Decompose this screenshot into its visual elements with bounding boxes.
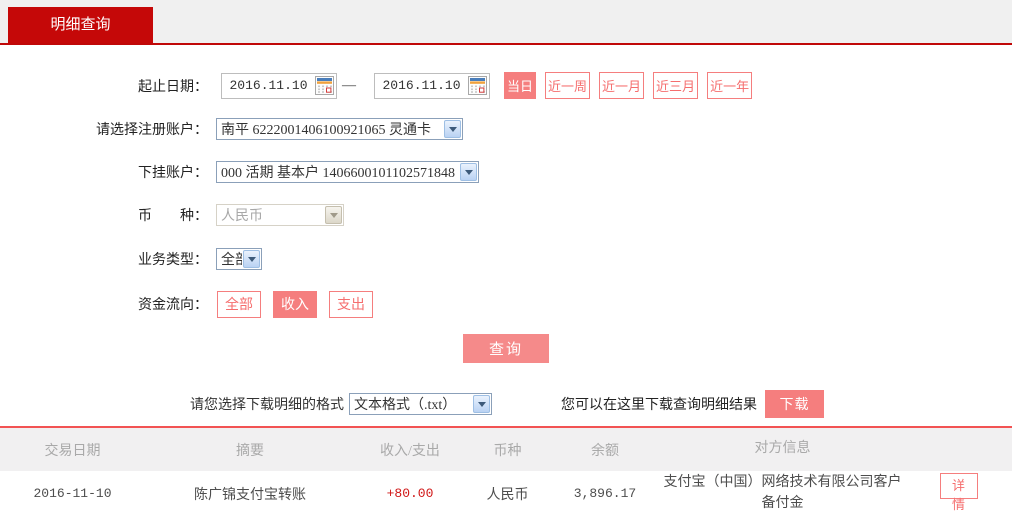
- transaction-counterparty: 支付宝（中国）网络技术有限公司客户备付金: [663, 475, 902, 511]
- query-form: 起止日期： 2016.11.10 — 2016.11.10 当日 近一周 近一月…: [0, 45, 1012, 418]
- detail-button[interactable]: 详情: [939, 473, 978, 512]
- transaction-amount: +80.00: [386, 486, 434, 501]
- transaction-currency: 人民币: [486, 487, 529, 503]
- fund-flow-income-button[interactable]: 收入: [273, 290, 317, 318]
- query-button[interactable]: 查询: [463, 334, 549, 363]
- date-range-row: 起止日期： 2016.11.10 — 2016.11.10 当日 近一周 近一月…: [0, 72, 1012, 99]
- currency-row: 币 种： 人民币: [0, 204, 1012, 226]
- quick-range-quarter-button[interactable]: 近三月: [653, 72, 699, 99]
- fund-flow-expense-button[interactable]: 支出: [329, 290, 373, 318]
- quick-range-today-button[interactable]: 当日: [504, 72, 537, 99]
- column-header-summary: 摘要: [236, 443, 264, 459]
- query-button-row: 查询: [0, 334, 1012, 363]
- dropdown-arrow-icon[interactable]: [473, 395, 490, 413]
- date-separator: —: [342, 77, 356, 93]
- business-type-select[interactable]: 全部: [216, 248, 262, 270]
- registered-account-label: 请选择注册账户：: [96, 123, 208, 138]
- end-date-input[interactable]: 2016.11.10: [374, 72, 490, 99]
- business-type-value: 全部: [221, 253, 242, 268]
- column-header-date: 交易日期: [44, 443, 101, 459]
- sub-account-label: 下挂账户：: [138, 166, 208, 181]
- calendar-icon[interactable]: [315, 76, 334, 95]
- start-date-input[interactable]: 2016.11.10: [221, 72, 337, 99]
- download-format-value: 文本格式（.txt）: [354, 398, 457, 413]
- download-format-select[interactable]: 文本格式（.txt）: [349, 393, 492, 415]
- dropdown-arrow-icon: [325, 206, 342, 224]
- currency-select: 人民币: [216, 204, 344, 226]
- currency-label: 币 种：: [138, 209, 208, 224]
- currency-value: 人民币: [221, 209, 263, 224]
- transaction-summary: 陈广锦支付宝转账: [194, 487, 306, 503]
- quick-range-week-button[interactable]: 近一周: [545, 72, 591, 99]
- dropdown-arrow-icon[interactable]: [243, 250, 260, 268]
- download-button[interactable]: 下载: [765, 390, 824, 418]
- calendar-icon[interactable]: [468, 76, 487, 95]
- transaction-date: 2016-11-10: [33, 486, 112, 501]
- date-range-label: 起止日期：: [138, 79, 208, 95]
- column-header-balance: 余额: [591, 443, 619, 459]
- transaction-action-cell: 详情: [905, 473, 1012, 514]
- table-header-row: 交易日期 摘要 收入/支出 币种 余额 对方信息: [0, 428, 1012, 471]
- sub-account-value: 000 活期 基本户 1406600101102571848: [221, 166, 455, 181]
- registered-account-select[interactable]: 南平 6222001406100921065 灵通卡: [216, 118, 463, 140]
- transaction-balance: 3,896.17: [573, 486, 637, 501]
- download-hint-text: 您可以在这里下载查询明细结果: [561, 398, 757, 413]
- fund-flow-row: 资金流向： 全部 收入 支出: [0, 290, 1012, 318]
- column-header-currency: 币种: [493, 443, 522, 459]
- business-type-label: 业务类型：: [138, 253, 208, 268]
- sub-account-row: 下挂账户： 000 活期 基本户 1406600101102571848: [0, 161, 1012, 183]
- column-header-amount: 收入/支出: [380, 443, 440, 459]
- fund-flow-label: 资金流向：: [138, 298, 208, 313]
- download-format-label: 请您选择下载明细的格式: [190, 398, 344, 413]
- sub-account-select[interactable]: 000 活期 基本户 1406600101102571848: [216, 161, 479, 183]
- column-header-counterparty: 对方信息: [754, 441, 811, 457]
- tab-bar: 明细查询: [0, 0, 1012, 45]
- end-date-value: 2016.11.10: [382, 78, 461, 93]
- dropdown-arrow-icon[interactable]: [444, 120, 461, 138]
- detail-query-page: 明细查询 起止日期： 2016.11.10 — 2016.11.10 当日 近一…: [0, 0, 1012, 517]
- registered-account-value: 南平 6222001406100921065 灵通卡: [221, 123, 431, 138]
- business-type-row: 业务类型： 全部: [0, 248, 1012, 270]
- tab-detail-query[interactable]: 明细查询: [8, 7, 153, 43]
- quick-range-year-button[interactable]: 近一年: [707, 72, 753, 99]
- registered-account-row: 请选择注册账户： 南平 6222001406100921065 灵通卡: [0, 118, 1012, 140]
- quick-range-month-button[interactable]: 近一月: [599, 72, 645, 99]
- dropdown-arrow-icon[interactable]: [460, 163, 477, 181]
- table-row: 2016-11-10 陈广锦支付宝转账 +80.00 人民币 3,896.17 …: [0, 471, 1012, 516]
- fund-flow-all-button[interactable]: 全部: [217, 290, 261, 318]
- download-row: 请您选择下载明细的格式 文本格式（.txt） 您可以在这里下载查询明细结果 下载: [190, 390, 1012, 418]
- start-date-value: 2016.11.10: [229, 78, 308, 93]
